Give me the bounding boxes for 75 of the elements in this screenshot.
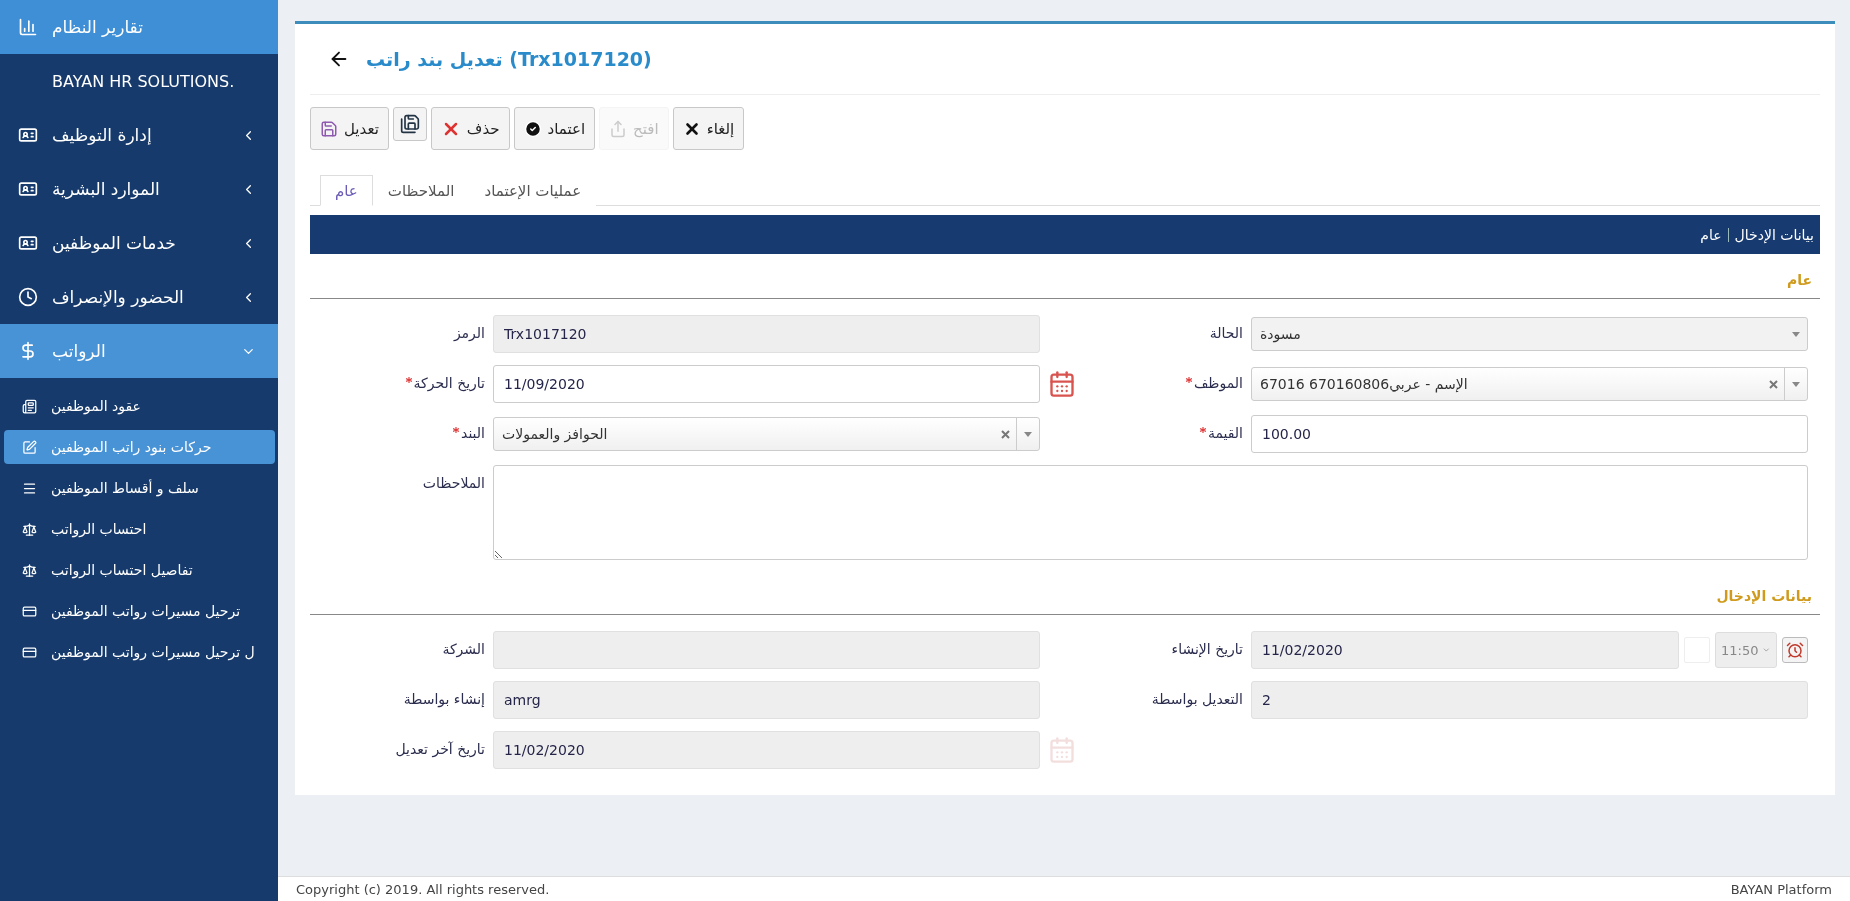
page-title: (Trx1017120) تعديل بند راتب	[366, 48, 652, 70]
required-mark-icon	[453, 427, 460, 433]
field-label: الموظف	[1193, 375, 1243, 391]
cancel-button[interactable]: إلغاء	[672, 107, 745, 150]
sidebar-subitem[interactable]: تفاصيل احتساب الرواتب	[4, 553, 275, 587]
notes-field[interactable]	[493, 465, 1808, 560]
sidebar-subitem[interactable]: ل ترحيل مسيرات رواتب الموظفين	[4, 635, 275, 669]
date-field[interactable]: 11/02/2020	[493, 731, 1040, 769]
field-label: البند	[461, 425, 485, 441]
brand-name: BAYAN HR SOLUTIONS.	[51, 70, 236, 93]
caret-icon	[1792, 381, 1800, 387]
sidebar-item[interactable]: إدارة التوظيف	[0, 108, 278, 162]
text-field[interactable]: 2	[1251, 681, 1808, 719]
menu-item-icon	[22, 644, 37, 660]
section-heading: بيانات الإدخال	[310, 588, 1820, 615]
menu-item-icon	[22, 439, 37, 455]
save-icon	[399, 114, 420, 134]
menu-item-icon	[22, 521, 37, 537]
tab[interactable]: عام	[320, 175, 373, 206]
field-label: تاريخ الإنشاء	[1171, 641, 1243, 657]
clear-icon[interactable]	[1001, 429, 1010, 439]
text-field[interactable]: 100.00	[1251, 415, 1808, 453]
chart-icon	[18, 17, 38, 37]
sidebar-item[interactable]: خدمات الموظفين	[0, 216, 278, 270]
platform-name: BAYAN Platform	[1730, 881, 1832, 897]
delete-button[interactable]: حذف	[430, 107, 510, 150]
field-label: القيمة	[1207, 425, 1243, 441]
section-heading: عام	[310, 272, 1820, 299]
caret-icon	[1792, 331, 1800, 337]
clock-icon	[18, 287, 38, 307]
date-field[interactable]: 11/09/2020	[493, 365, 1040, 403]
date-field[interactable]: 11/02/2020	[1251, 631, 1679, 669]
text-field[interactable]	[493, 631, 1040, 669]
save-icon	[320, 119, 338, 138]
share-icon	[609, 119, 628, 138]
edit-button[interactable]: تعديل	[310, 107, 389, 150]
field-label: إنشاء بواسطة	[403, 691, 485, 707]
id-card-icon	[18, 179, 38, 199]
menu-item-icon	[22, 480, 37, 496]
clock-button[interactable]	[1782, 637, 1808, 663]
clear-icon[interactable]	[1769, 379, 1778, 389]
caret-icon	[1024, 431, 1032, 437]
field-label: الملاحظات	[422, 475, 485, 491]
text-field[interactable]: Trx1017120	[493, 315, 1040, 353]
approve-button[interactable]: اعتماد	[513, 107, 596, 150]
menu-item-icon	[22, 562, 37, 578]
text-field[interactable]: amrg	[493, 681, 1040, 719]
breadcrumb-text: عام	[1700, 226, 1722, 243]
sidebar-subitem[interactable]: احتساب الرواتب	[4, 512, 275, 546]
sidebar-item[interactable]: الموارد البشرية	[0, 162, 278, 216]
id-card-icon	[18, 233, 38, 253]
copyright-text: Copyright (c) 2019. All rights reserved.	[296, 881, 550, 897]
menu-item-icon	[22, 398, 37, 414]
select-field[interactable]: مسودة	[1251, 317, 1808, 351]
field-label: الشركة	[442, 641, 485, 657]
calendar-icon[interactable]	[1047, 370, 1076, 398]
select-field[interactable]: الإسم - عربي670160806 67016	[1251, 367, 1808, 401]
field-label: الرمز	[453, 325, 485, 341]
field-label: تاريخ آخر تعديل	[395, 741, 485, 757]
required-mark-icon	[1185, 377, 1192, 383]
check-circle-icon	[523, 119, 542, 138]
select-field[interactable]: الحوافز والعمولات	[493, 417, 1040, 451]
required-mark-icon	[405, 377, 412, 383]
sidebar-subitem[interactable]: ترحيل مسيرات رواتب الموظفين	[4, 594, 275, 628]
sidebar-subitem[interactable]: سلف و أقساط الموظفين	[4, 471, 275, 505]
save-button[interactable]	[392, 107, 427, 141]
field-label: تاريخ الحركة	[413, 375, 485, 391]
breadcrumb-text: بيانات الإدخال	[1734, 226, 1814, 243]
sidebar-subitem[interactable]: عقود الموظفين	[4, 389, 275, 423]
id-card-icon	[18, 125, 38, 145]
menu-item-icon	[22, 603, 37, 619]
required-mark-icon	[1199, 427, 1206, 433]
field-label: التعديل بواسطة	[1151, 691, 1243, 707]
field-label: الحالة	[1209, 325, 1243, 341]
sidebar-item[interactable]: الحضور والإنصراف	[0, 270, 278, 324]
